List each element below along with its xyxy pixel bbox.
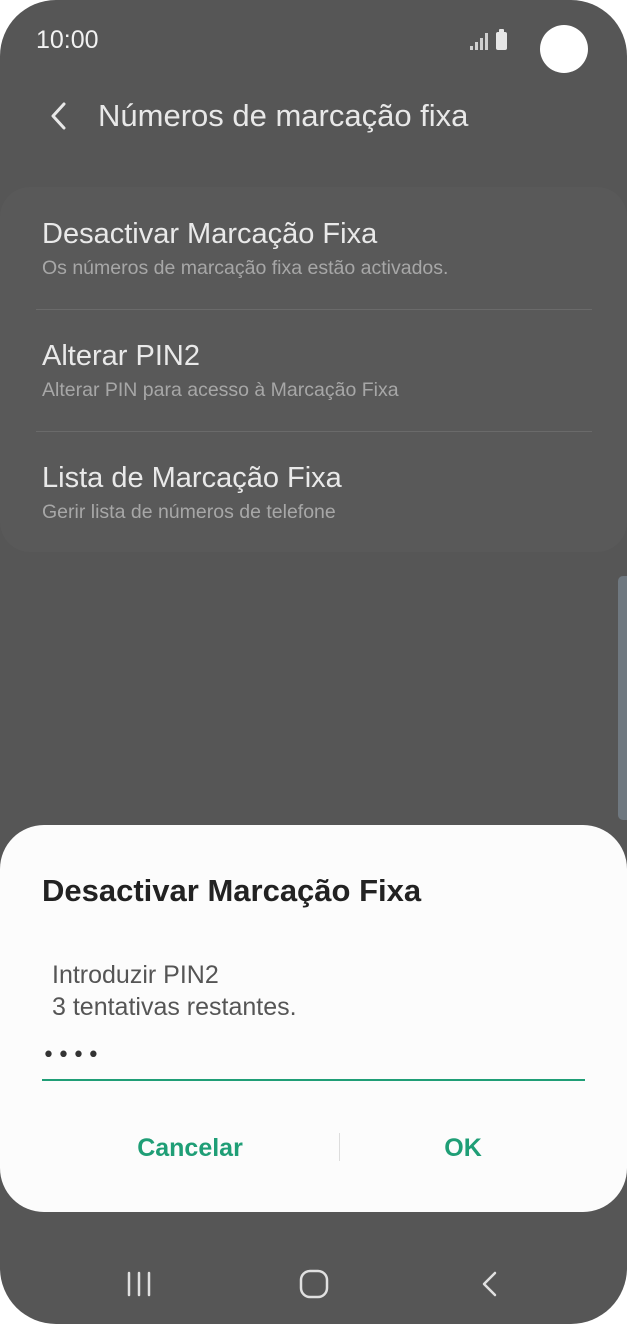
chevron-left-icon	[51, 102, 66, 130]
back-icon	[482, 1271, 497, 1297]
ok-button[interactable]: OK	[313, 1128, 613, 1168]
home-icon	[299, 1269, 329, 1299]
page-title: Números de marcação fixa	[98, 98, 469, 133]
setting-subtitle: Gerir lista de números de telefone	[42, 501, 336, 523]
recent-apps-button[interactable]	[124, 1262, 154, 1306]
status-icons	[470, 29, 507, 50]
pin2-dialog: Desactivar Marcação Fixa Introduzir PIN2…	[0, 825, 627, 1212]
battery-icon	[496, 29, 507, 50]
scrollbar[interactable]	[618, 576, 627, 820]
setting-subtitle: Os números de marcação fixa estão activa…	[42, 257, 449, 279]
setting-title: Lista de Marcação Fixa	[42, 462, 342, 494]
back-button[interactable]	[40, 96, 80, 136]
setting-subtitle: Alterar PIN para acesso à Marcação Fixa	[42, 379, 399, 401]
status-time: 10:00	[36, 26, 99, 54]
divider	[36, 309, 592, 310]
home-button[interactable]	[296, 1262, 332, 1306]
setting-title: Alterar PIN2	[42, 340, 200, 372]
dialog-message-prompt: Introduzir PIN2	[52, 961, 219, 989]
setting-title: Desactivar Marcação Fixa	[42, 218, 378, 250]
divider	[36, 431, 592, 432]
phone-screen: 10:00 Números de marcação fixa Desactiva…	[0, 0, 627, 1324]
dialog-title: Desactivar Marcação Fixa	[42, 873, 422, 908]
recent-apps-icon	[127, 1271, 151, 1297]
camera-cutout	[540, 25, 588, 73]
pin2-input[interactable]	[42, 1035, 585, 1081]
dialog-message-attempts: 3 tentativas restantes.	[52, 993, 297, 1021]
dialog-message: Introduzir PIN2 3 tentativas restantes.	[52, 959, 297, 1023]
signal-icon	[470, 30, 488, 50]
cancel-button[interactable]: Cancelar	[40, 1128, 340, 1168]
nav-back-button[interactable]	[475, 1262, 503, 1306]
setting-disable-fdn[interactable]: Desactivar Marcação Fixa Os números de m…	[42, 216, 602, 280]
setting-fdn-list[interactable]: Lista de Marcação Fixa Gerir lista de nú…	[42, 460, 602, 524]
setting-change-pin2[interactable]: Alterar PIN2 Alterar PIN para acesso à M…	[42, 338, 602, 402]
